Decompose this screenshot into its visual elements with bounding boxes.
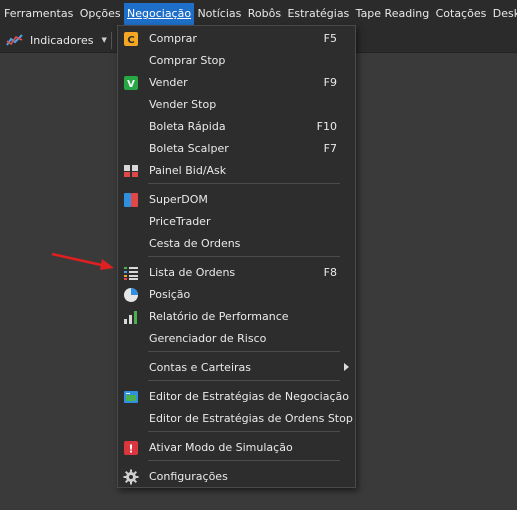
menu-item-comprar-stop[interactable]: Comprar Stop	[120, 50, 353, 72]
menu-item-gerenciador-risco[interactable]: Gerenciador de Risco	[120, 328, 353, 350]
chevron-down-icon: ▼	[101, 36, 107, 44]
bid-ask-panel-icon	[123, 163, 139, 179]
menu-item-boleta-scalper[interactable]: Boleta Scalper F7	[120, 138, 353, 160]
menu-item-label: Relatório de Performance	[149, 310, 289, 323]
order-list-icon	[123, 265, 139, 281]
menu-item-label: Cesta de Ordens	[149, 237, 241, 250]
menu-item-contas-carteiras[interactable]: Contas e Carteiras	[120, 357, 353, 379]
strategy-editor-icon	[123, 389, 139, 405]
menu-item-configuracoes[interactable]: Configurações	[120, 466, 353, 488]
bar-chart-icon	[123, 309, 139, 325]
v-badge-icon: V	[123, 75, 139, 91]
menu-bar: Ferramentas Opções Negociação Notícias R…	[0, 0, 517, 28]
menu-item-label: Configurações	[149, 470, 228, 483]
superdom-icon	[123, 192, 139, 208]
c-badge-icon: C	[123, 31, 139, 47]
menu-separator	[148, 460, 340, 461]
indicators-button[interactable]: Indicadores ▼	[6, 30, 107, 50]
menu-item-pricetrader[interactable]: PriceTrader	[120, 211, 353, 233]
menu-robos[interactable]: Robôs	[245, 3, 285, 25]
menu-negociacao[interactable]: Negociação	[123, 3, 195, 25]
menu-item-lista-ordens[interactable]: Lista de Ordens F8	[120, 262, 353, 284]
menu-item-label: Ativar Modo de Simulação	[149, 441, 293, 454]
menu-item-editor-estrategias-negociacao[interactable]: Editor de Estratégias de Negociação	[120, 386, 353, 408]
menu-item-label: SuperDOM	[149, 193, 208, 206]
menu-item-label: Boleta Rápida	[149, 120, 226, 133]
comprar-badge-letter: C	[127, 35, 134, 46]
menu-separator	[148, 256, 340, 257]
negociacao-dropdown: C Comprar F5 Comprar Stop V Vender F9 Ve…	[117, 25, 356, 488]
menu-item-boleta-rapida[interactable]: Boleta Rápida F10	[120, 116, 353, 138]
menu-item-superdom[interactable]: SuperDOM	[120, 189, 353, 211]
menu-item-label: Lista de Ordens	[149, 266, 236, 279]
toolbar-divider	[111, 32, 112, 49]
menu-noticias[interactable]: Notícias	[194, 3, 244, 25]
menu-item-vender[interactable]: V Vender F9	[120, 72, 353, 94]
menu-item-label: Vender	[149, 76, 188, 89]
menu-cotacoes[interactable]: Cotações	[432, 3, 489, 25]
menu-separator	[148, 431, 340, 432]
exclamation-icon: !	[123, 440, 139, 456]
menu-separator	[148, 351, 340, 352]
submenu-arrow-icon	[344, 363, 349, 371]
shortcut-label: F8	[323, 266, 337, 279]
menu-separator	[148, 380, 340, 381]
annotation-arrow-icon	[51, 252, 114, 270]
menu-item-label: Contas e Carteiras	[149, 361, 252, 374]
menu-item-posicao[interactable]: Posição	[120, 284, 353, 306]
menu-item-label: Editor de Estratégias de Negociação	[149, 390, 349, 403]
gear-icon	[123, 469, 139, 485]
menu-ferramentas[interactable]: Ferramentas	[0, 3, 77, 25]
menu-desktop[interactable]: Desktop	[490, 3, 517, 25]
menu-item-label: Posição	[149, 288, 191, 301]
menu-item-label: Comprar	[149, 32, 197, 45]
pie-chart-icon	[123, 287, 139, 303]
vender-badge-letter: V	[127, 79, 135, 90]
menu-item-label: Comprar Stop	[149, 54, 226, 67]
menu-item-painel-bid-ask[interactable]: Painel Bid/Ask	[120, 160, 353, 182]
menu-item-label: Gerenciador de Risco	[149, 332, 267, 345]
menu-item-relatorio-performance[interactable]: Relatório de Performance	[120, 306, 353, 328]
menu-item-label: Boleta Scalper	[149, 142, 229, 155]
shortcut-label: F7	[323, 142, 337, 155]
menu-separator	[148, 183, 340, 184]
shortcut-label: F9	[323, 76, 337, 89]
shortcut-label: F10	[316, 120, 337, 133]
menu-item-ativar-simulacao[interactable]: ! Ativar Modo de Simulação	[120, 437, 353, 459]
menu-item-label: Editor de Estratégias de Ordens Stop	[149, 412, 353, 425]
menu-opcoes[interactable]: Opções	[77, 3, 124, 25]
menu-item-label: Vender Stop	[149, 98, 217, 111]
menu-item-cesta-ordens[interactable]: Cesta de Ordens	[120, 233, 353, 255]
menu-estrategias[interactable]: Estratégias	[284, 3, 352, 25]
menu-item-label: Painel Bid/Ask	[149, 164, 227, 177]
indicators-label: Indicadores	[30, 33, 94, 47]
menu-item-label: PriceTrader	[149, 215, 211, 228]
shortcut-label: F5	[323, 32, 337, 45]
menu-tape-reading[interactable]: Tape Reading	[352, 3, 432, 25]
menu-item-vender-stop[interactable]: Vender Stop	[120, 94, 353, 116]
menu-item-comprar[interactable]: C Comprar F5	[120, 28, 353, 50]
simulacao-badge-mark: !	[128, 443, 133, 456]
menu-item-editor-estrategias-stop[interactable]: Editor de Estratégias de Ordens Stop	[120, 408, 353, 430]
indicator-chart-icon	[6, 33, 24, 47]
